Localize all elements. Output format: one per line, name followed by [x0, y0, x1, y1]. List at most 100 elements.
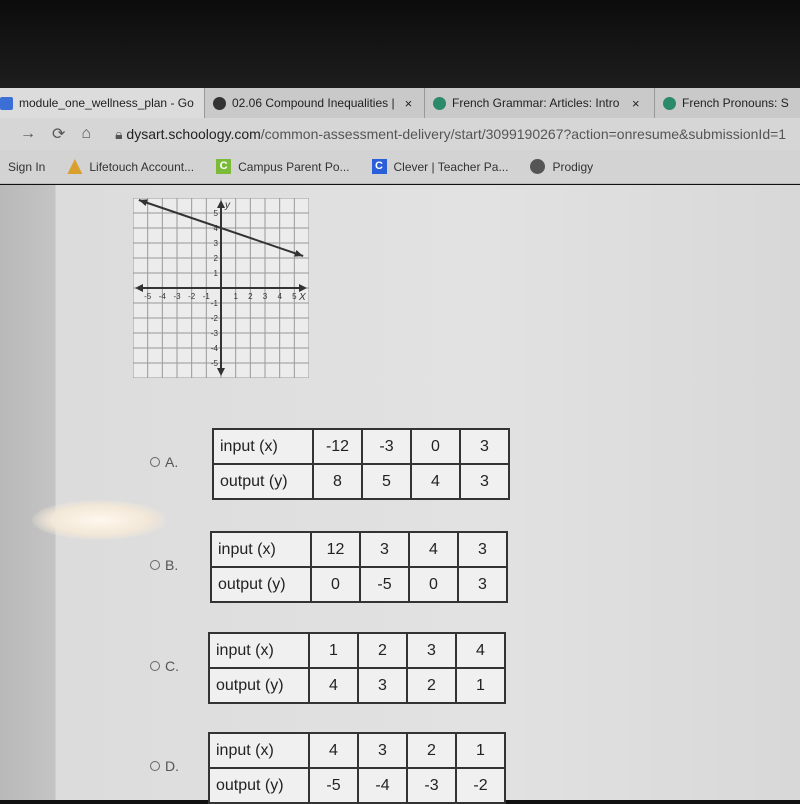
- table-cell: 1: [455, 732, 506, 769]
- table-cell: 5: [361, 463, 412, 500]
- table-cell: 4: [408, 531, 459, 568]
- globe-icon: [663, 96, 676, 110]
- choice-c-radio[interactable]: C.: [150, 658, 179, 674]
- browser-toolbar: → ⟳ ⌂ 🔒︎ dysart.schoology.com/common-ass…: [0, 118, 800, 150]
- choice-d-radio[interactable]: D.: [150, 758, 179, 774]
- tab-wellness-plan[interactable]: module_one_wellness_plan - Go ×: [0, 88, 205, 118]
- output-row: output (y) -5 -4 -3 -2: [208, 767, 506, 804]
- radio-button[interactable]: [150, 661, 160, 671]
- table-cell: -2: [455, 767, 506, 804]
- table-cell: 3: [357, 732, 408, 769]
- input-row: input (x) -12 -3 0 3: [212, 428, 510, 465]
- row-header: input (x): [208, 632, 310, 669]
- input-row: input (x) 4 3 2 1: [208, 732, 506, 769]
- x-tick-label: 1: [233, 292, 238, 301]
- output-row: output (y) 4 3 2 1: [208, 667, 506, 704]
- url-domain: dysart.schoology.com: [126, 125, 261, 142]
- choice-a-radio[interactable]: A.: [150, 454, 178, 470]
- tab-title: 02.06 Compound Inequalities |: [232, 96, 395, 110]
- y-tick-label: -4: [211, 344, 219, 353]
- table-cell: -5: [308, 767, 359, 804]
- x-tick-label: -4: [159, 292, 167, 301]
- table-cell: 2: [406, 732, 457, 769]
- table-cell: 4: [410, 463, 461, 500]
- tab-french-grammar[interactable]: French Grammar: Articles: Intro ×: [425, 88, 655, 118]
- choice-b-radio[interactable]: B.: [150, 557, 178, 573]
- table-cell: -3: [361, 428, 412, 465]
- table-cell: 3: [459, 463, 510, 500]
- x-tick-label: 5: [292, 292, 297, 301]
- table-cell: 3: [406, 632, 457, 669]
- table-cell: 1: [455, 667, 506, 704]
- y-tick-label: 1: [214, 269, 219, 278]
- row-header: output (y): [210, 566, 312, 603]
- row-header: input (x): [210, 531, 312, 568]
- row-header: output (y): [208, 767, 310, 804]
- radio-button[interactable]: [150, 761, 160, 771]
- radio-button[interactable]: [150, 457, 160, 467]
- x-tick-label: -5: [144, 292, 152, 301]
- x-tick-label: 3: [263, 292, 268, 301]
- reload-icon[interactable]: ⟳: [52, 124, 65, 144]
- row-header: input (x): [208, 732, 310, 769]
- y-tick-label: -3: [211, 329, 219, 338]
- forward-icon[interactable]: →: [20, 125, 36, 143]
- radio-button[interactable]: [150, 560, 160, 570]
- tab-bar: module_one_wellness_plan - Go × 02.06 Co…: [0, 88, 800, 118]
- y-tick-label: 2: [214, 254, 219, 263]
- input-row: input (x) 12 3 4 3: [210, 531, 508, 568]
- x-tick-label: 4: [277, 292, 282, 301]
- bookmark-clever[interactable]: C Clever | Teacher Pa...: [371, 159, 508, 174]
- globe-icon: [433, 96, 446, 110]
- table-cell: 4: [308, 667, 359, 704]
- table-cell: 3: [359, 531, 410, 568]
- table-cell: 0: [408, 566, 459, 603]
- row-header: output (y): [212, 463, 314, 500]
- close-tab-icon[interactable]: ×: [632, 96, 640, 111]
- row-header: output (y): [208, 667, 310, 704]
- url-path: /common-assessment-delivery/start/309919…: [260, 125, 787, 142]
- y-tick-label: 5: [214, 209, 219, 218]
- tab-title: French Pronouns: S: [682, 96, 789, 110]
- bookmarks-bar: Sign In Lifetouch Account... C Campus Par…: [0, 150, 800, 184]
- y-tick-label: 3: [214, 239, 219, 248]
- coordinate-graph: -5 -4 -3 -2 -1 1 2 3 4 554321-1-2-3-4-5Xy: [133, 198, 309, 378]
- clever-icon: C: [371, 159, 387, 174]
- bookmark-campus-parent[interactable]: C Campus Parent Po...: [216, 159, 350, 174]
- table-cell: -12: [312, 428, 363, 465]
- address-bar[interactable]: 🔒︎ dysart.schoology.com/common-assessmen…: [115, 126, 786, 143]
- lifetouch-icon: [67, 159, 83, 174]
- bookmark-label: Sign In: [8, 159, 46, 174]
- table-cell: 3: [459, 428, 510, 465]
- choice-a-table: input (x) -12 -3 0 3 output (y) 8 5 4 3: [212, 428, 510, 500]
- input-row: input (x) 1 2 3 4: [208, 632, 506, 669]
- table-cell: 4: [308, 732, 359, 769]
- bookmark-label: Prodigy: [552, 159, 594, 174]
- x-tick-label: 2: [248, 292, 253, 301]
- table-cell: -3: [406, 767, 457, 804]
- table-cell: 3: [457, 531, 508, 568]
- y-axis-label: y: [224, 200, 231, 211]
- tab-compound-inequalities[interactable]: 02.06 Compound Inequalities | ×: [205, 88, 425, 118]
- home-icon[interactable]: ⌂: [81, 125, 91, 143]
- table-cell: 3: [357, 667, 408, 704]
- y-tick-label: -5: [211, 359, 219, 368]
- close-tab-icon[interactable]: ×: [405, 96, 413, 111]
- choice-letter: C.: [165, 658, 179, 674]
- table-cell: 12: [310, 531, 361, 568]
- schoology-icon: [213, 96, 226, 110]
- tab-french-pronouns[interactable]: French Pronouns: S: [655, 88, 800, 118]
- output-row: output (y) 8 5 4 3: [212, 463, 510, 500]
- y-tick-label: -1: [211, 299, 219, 308]
- bookmark-prodigy[interactable]: Prodigy: [530, 159, 593, 174]
- screen-glare: [32, 500, 167, 540]
- x-axis-label: X: [298, 292, 306, 303]
- row-header: input (x): [212, 428, 314, 465]
- bookmark-sign-in[interactable]: Sign In: [8, 160, 45, 174]
- choice-b-table: input (x) 12 3 4 3 output (y) 0 -5 0 3: [210, 531, 508, 603]
- tab-title: French Grammar: Articles: Intro: [452, 96, 620, 110]
- bookmark-lifetouch[interactable]: Lifetouch Account...: [67, 159, 194, 174]
- screen-bezel: [0, 0, 800, 88]
- y-tick-label: -2: [211, 314, 219, 323]
- table-cell: 2: [357, 632, 408, 669]
